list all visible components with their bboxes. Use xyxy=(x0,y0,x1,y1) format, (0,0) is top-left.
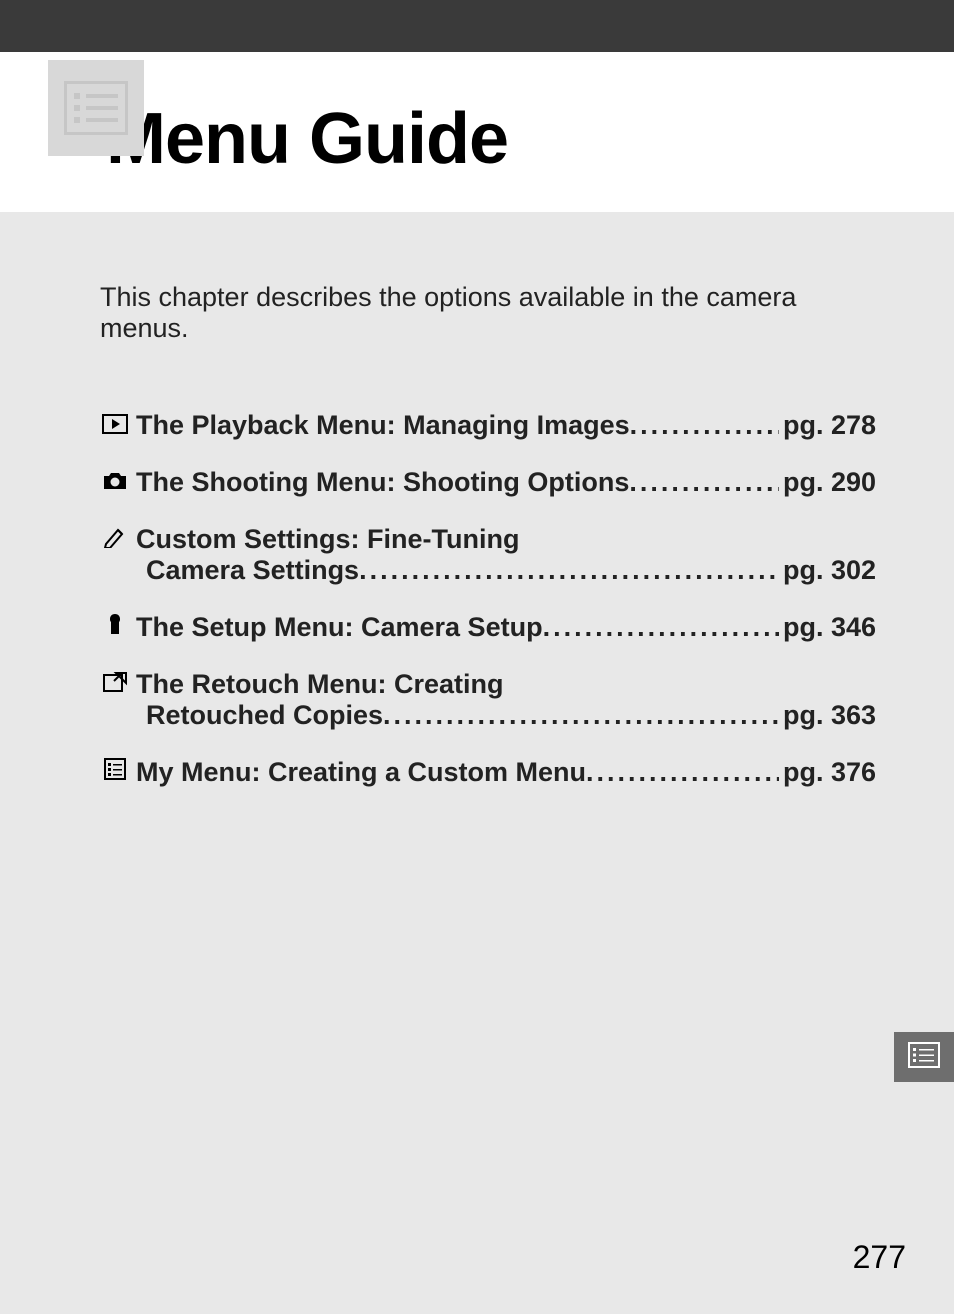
toc-page: pg. 363 xyxy=(779,700,876,731)
toc-label: The Shooting Menu: Shooting Options xyxy=(136,467,629,498)
toc-dots xyxy=(543,612,779,643)
toc-page: pg. 376 xyxy=(779,757,876,788)
retouch-icon xyxy=(100,670,130,694)
chapter-intro: This chapter describes the options avail… xyxy=(100,282,876,344)
toc-item-shooting: The Shooting Menu: Shooting Options pg. … xyxy=(100,467,876,498)
toc-dots xyxy=(630,410,779,441)
body-area: This chapter describes the options avail… xyxy=(0,212,954,788)
toc-dots xyxy=(359,555,779,586)
toc-label: My Menu: Creating a Custom Menu xyxy=(136,757,586,788)
toc-page: pg. 302 xyxy=(779,555,876,586)
playback-icon xyxy=(100,412,130,436)
toc-label-line1: The Retouch Menu: Creating xyxy=(136,669,504,700)
toc-label-line1: Custom Settings: Fine-Tuning xyxy=(136,524,519,555)
menu-list-icon xyxy=(908,1042,940,1073)
toc-item-retouch: The Retouch Menu: Creating Retouched Cop… xyxy=(100,669,876,731)
camera-icon xyxy=(100,469,130,493)
chapter-title: Menu Guide xyxy=(48,70,954,180)
toc-label-line2: Camera Settings xyxy=(100,555,359,586)
mymenu-icon xyxy=(100,757,130,781)
toc-item-custom-settings: Custom Settings: Fine-Tuning Camera Sett… xyxy=(100,524,876,586)
toc-page: pg. 346 xyxy=(779,612,876,643)
table-of-contents: The Playback Menu: Managing Images pg. 2… xyxy=(100,410,876,788)
wrench-icon xyxy=(100,612,130,636)
menu-list-icon xyxy=(48,60,144,156)
toc-page: pg. 290 xyxy=(779,467,876,498)
section-tab xyxy=(894,1032,954,1082)
toc-dots xyxy=(629,467,779,498)
toc-item-playback: The Playback Menu: Managing Images pg. 2… xyxy=(100,410,876,441)
toc-dots xyxy=(586,757,779,788)
toc-dots xyxy=(383,700,779,731)
toc-label-line2: Retouched Copies xyxy=(100,700,383,731)
pencil-icon xyxy=(100,525,130,549)
chapter-heading-block: Menu Guide xyxy=(0,52,954,212)
toc-label: The Setup Menu: Camera Setup xyxy=(136,612,543,643)
toc-label: The Playback Menu: Managing Images xyxy=(136,410,630,441)
toc-page: pg. 278 xyxy=(779,410,876,441)
page-number: 277 xyxy=(853,1239,906,1276)
toc-item-my-menu: My Menu: Creating a Custom Menu pg. 376 xyxy=(100,757,876,788)
top-bar xyxy=(0,0,954,52)
toc-item-setup: The Setup Menu: Camera Setup pg. 346 xyxy=(100,612,876,643)
